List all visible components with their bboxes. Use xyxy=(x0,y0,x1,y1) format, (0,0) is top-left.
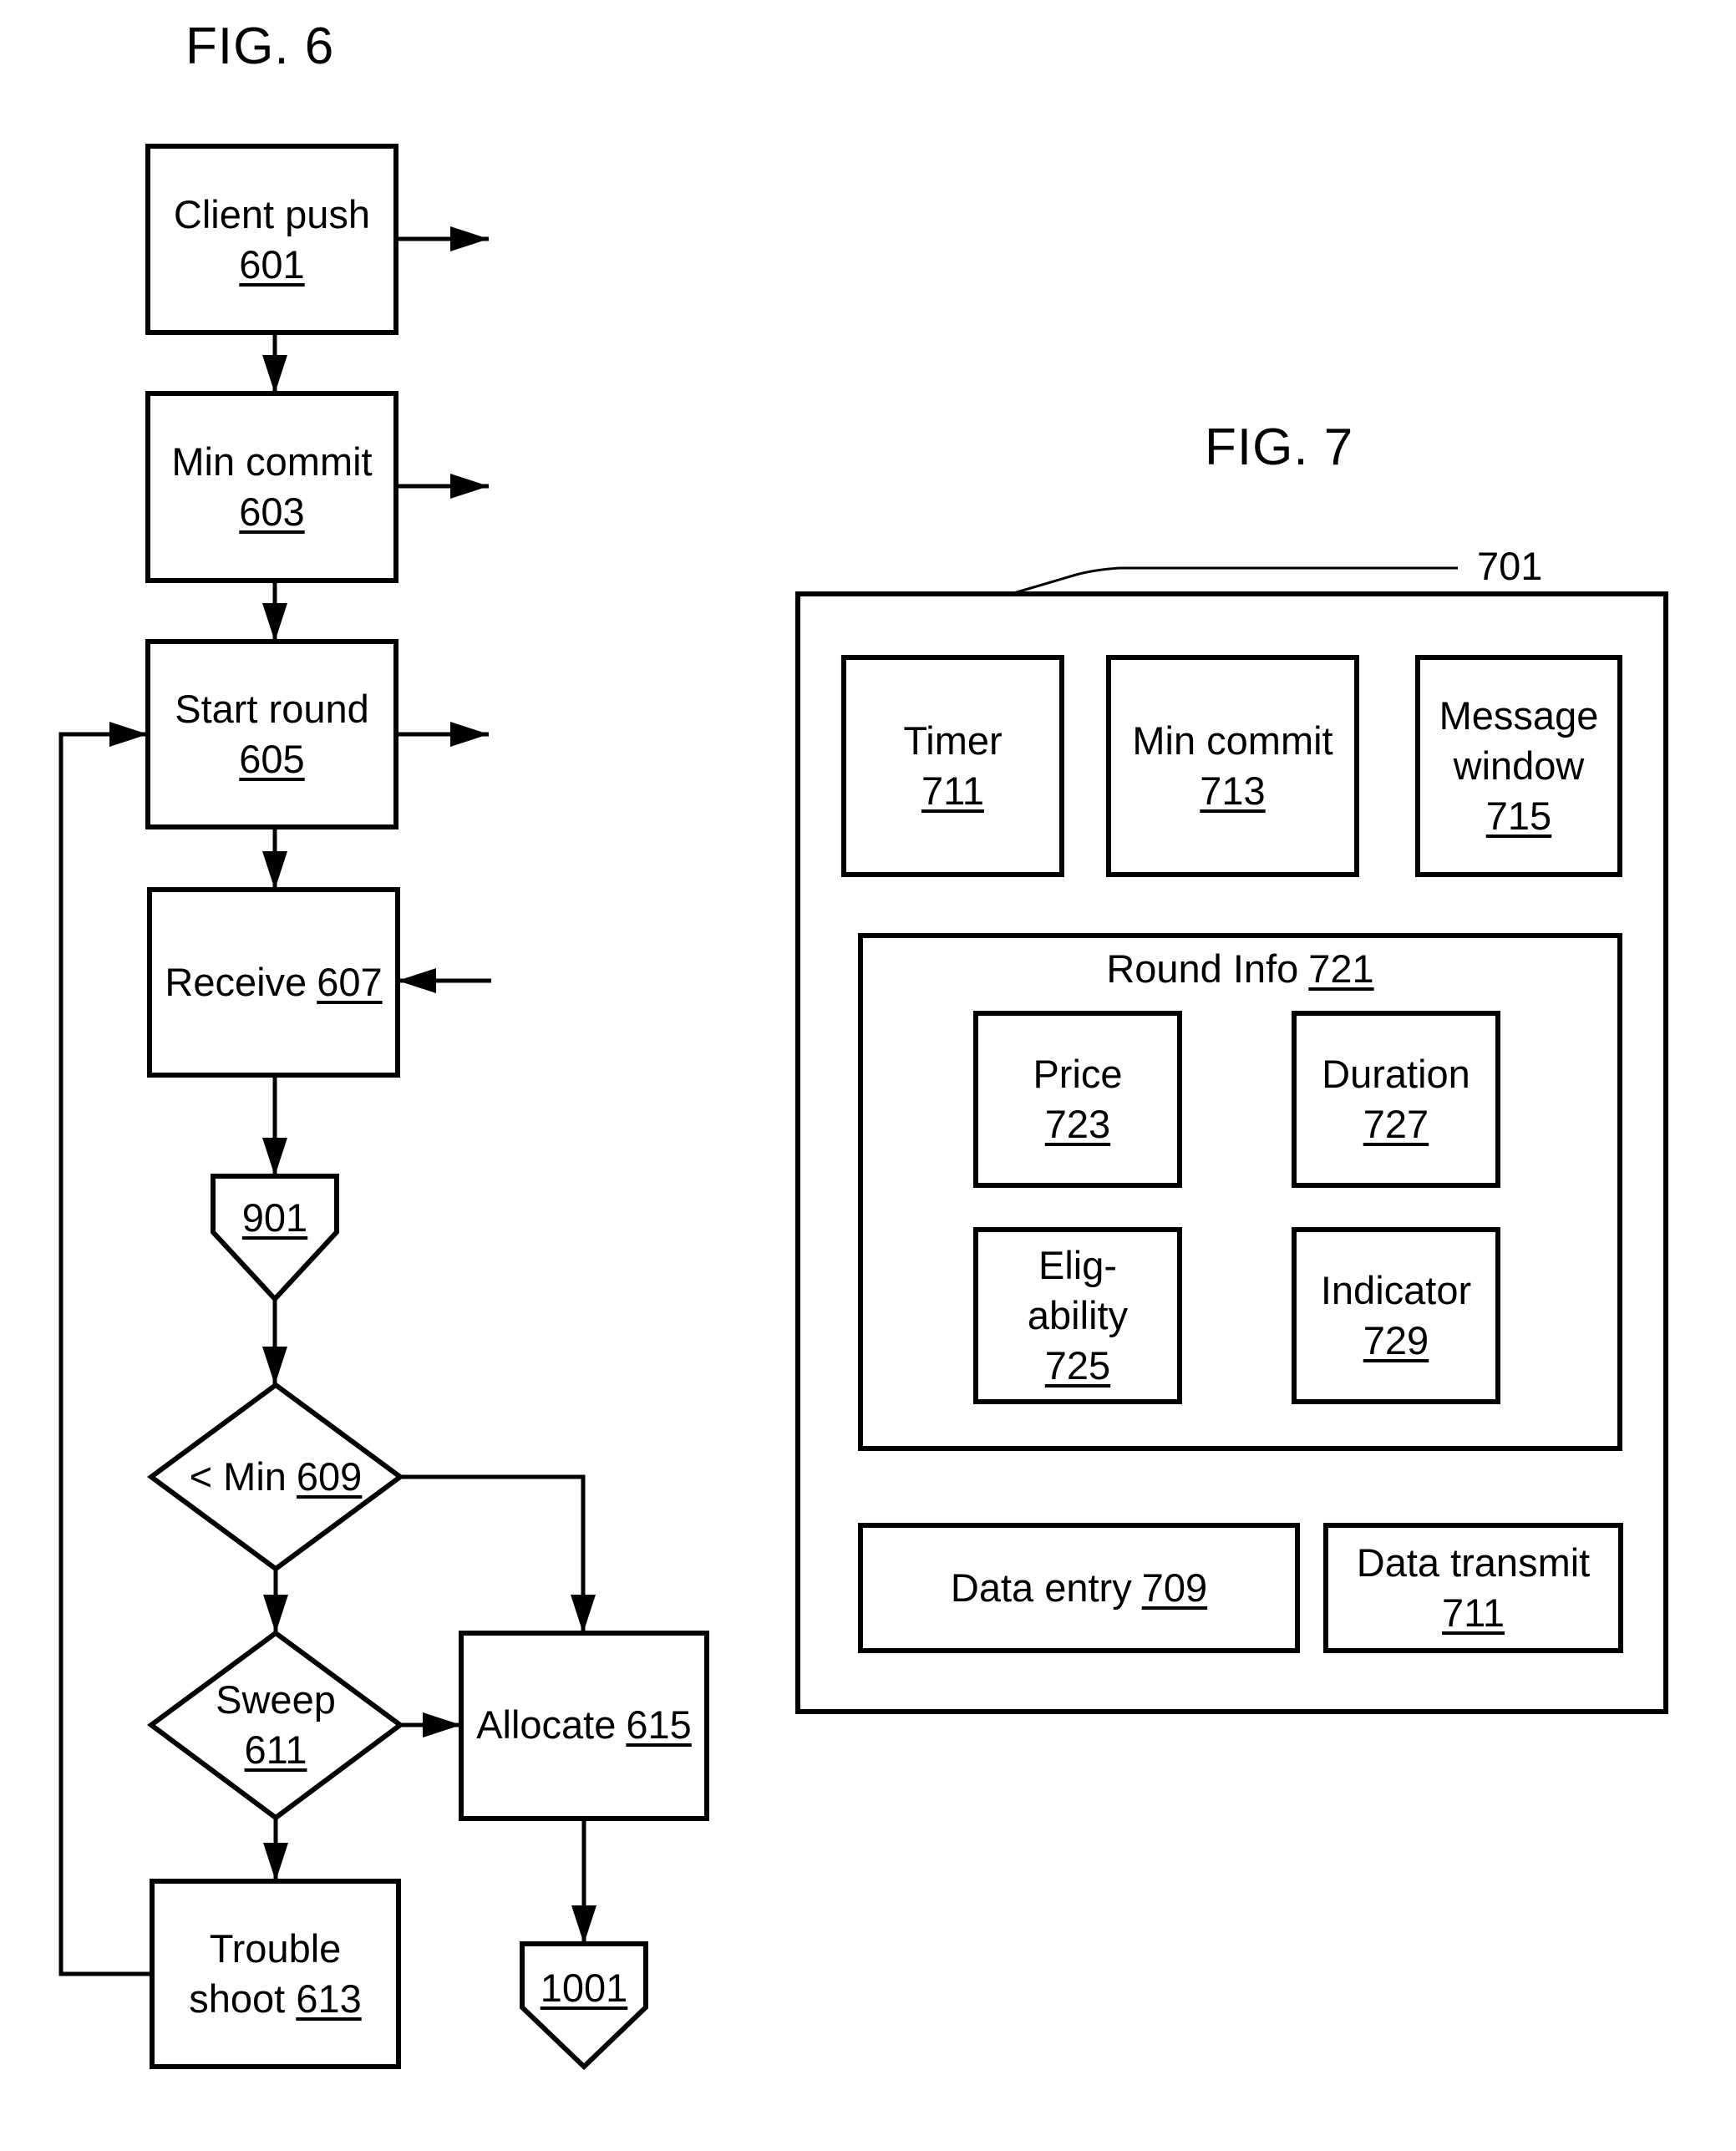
trouble-shoot-label-line2: shoot 613 xyxy=(189,1974,361,2024)
connector-1001-ref: 1001 xyxy=(540,1966,628,2010)
timer-node: Timer 711 xyxy=(844,657,1062,875)
start-round-ref: 605 xyxy=(239,737,305,781)
loop-back-arrow-613-605 xyxy=(58,722,152,1976)
round-info-label: Round Info xyxy=(1106,946,1299,991)
message-window-label-line1: Message xyxy=(1439,693,1599,738)
timer-ref: 711 xyxy=(921,769,984,813)
eligability-label-line1: Elig- xyxy=(1038,1243,1118,1287)
message-window-ref: 715 xyxy=(1485,794,1552,838)
data-transmit-label: Data transmit xyxy=(1356,1540,1591,1585)
client-push-node: Client push 601 xyxy=(148,146,396,332)
fig7-title: FIG. 7 xyxy=(1205,419,1354,476)
data-transmit-node: Data transmit 711 xyxy=(1326,1525,1621,1651)
duration-label: Duration xyxy=(1322,1052,1470,1096)
receive-ref: 607 xyxy=(317,960,383,1004)
price-node: Price 723 xyxy=(976,1013,1180,1185)
data-entry-ref: 709 xyxy=(1141,1565,1208,1610)
below-min-node: < Min 609 xyxy=(151,1452,400,1502)
sweep-label: Sweep xyxy=(216,1677,336,1722)
indicator-ref: 729 xyxy=(1363,1318,1429,1362)
frame-ref-701: 701 xyxy=(1477,544,1543,588)
eligability-node: Elig- ability 725 xyxy=(976,1230,1180,1402)
min-commit-panel-ref: 713 xyxy=(1200,769,1266,813)
receive-node: Receive 607 xyxy=(150,890,398,1075)
client-push-ref: 601 xyxy=(239,241,305,287)
allocate-node: Allocate 615 xyxy=(461,1700,707,1750)
data-entry-label: Data entry xyxy=(950,1565,1132,1610)
price-label: Price xyxy=(1033,1052,1123,1096)
fig6-title: FIG. 6 xyxy=(185,18,335,75)
data-entry-node: Data entry 709 xyxy=(860,1525,1297,1651)
sweep-ref: 611 xyxy=(244,1727,307,1772)
start-round-label: Start round xyxy=(175,687,369,731)
trouble-shoot-ref: 613 xyxy=(296,1976,362,2021)
timer-label: Timer xyxy=(903,718,1003,763)
sweep-node: Sweep 611 xyxy=(192,1675,359,1775)
allocate-ref: 615 xyxy=(626,1702,692,1747)
trouble-shoot-label-word: shoot xyxy=(189,1976,286,2021)
min-commit-panel-node: Min commit 713 xyxy=(1109,657,1357,875)
start-round-node: Start round 605 xyxy=(148,642,396,827)
allocate-label: Allocate xyxy=(476,1702,617,1747)
connector-901-ref: 901 xyxy=(241,1195,308,1240)
client-push-label: Client push xyxy=(173,191,371,236)
round-info-title: Round Info 721 xyxy=(860,944,1620,994)
min-commit-ref: 603 xyxy=(239,490,305,534)
indicator-node: Indicator 729 xyxy=(1294,1230,1498,1402)
below-min-label: < Min xyxy=(189,1454,287,1499)
message-window-label-line2: window xyxy=(1453,743,1585,788)
arrow-609-615 xyxy=(400,1474,596,1633)
duration-node: Duration 727 xyxy=(1294,1013,1498,1185)
min-commit-node: Min commit 603 xyxy=(148,393,396,581)
below-min-ref: 609 xyxy=(296,1454,363,1499)
round-info-ref: 721 xyxy=(1308,946,1374,991)
leader-line-701 xyxy=(1010,566,1458,596)
indicator-label: Indicator xyxy=(1320,1268,1472,1312)
trouble-shoot-label-line1: Trouble xyxy=(209,1926,342,1971)
connector-901: 901 xyxy=(213,1176,337,1260)
min-commit-panel-label: Min commit xyxy=(1132,718,1333,763)
receive-label: Receive xyxy=(165,960,307,1004)
message-window-node: Message window 715 xyxy=(1418,657,1620,875)
eligability-label-line2: ability xyxy=(1027,1293,1129,1337)
price-ref: 723 xyxy=(1044,1102,1111,1146)
connector-1001: 1001 xyxy=(522,1959,646,2017)
min-commit-label: Min commit xyxy=(171,439,373,484)
data-transmit-ref: 711 xyxy=(1442,1590,1505,1635)
trouble-shoot-node: Trouble shoot 613 xyxy=(152,1881,398,2067)
duration-ref: 727 xyxy=(1363,1102,1429,1146)
eligability-ref: 725 xyxy=(1044,1343,1111,1387)
